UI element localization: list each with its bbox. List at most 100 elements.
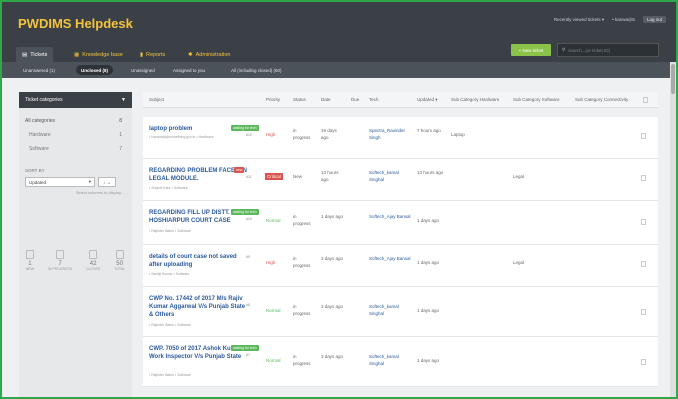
row-action-icon[interactable] (641, 309, 646, 315)
scrollbar-thumb[interactable] (671, 64, 675, 94)
date: 19 days ago (321, 128, 337, 140)
date: 13 hours ago (321, 170, 339, 182)
stat-label: IN PROGRESS (47, 267, 73, 271)
user-area: Recently viewed tickets ▾ • kanwarjits L… (554, 16, 666, 23)
check-icon (89, 250, 98, 259)
row-action-icon[interactable] (641, 133, 646, 139)
tech[interactable]: Softech_kamal Singhal (369, 303, 411, 317)
document-icon (25, 250, 34, 259)
user-link[interactable]: • kanwarjits (612, 17, 635, 22)
sort-direction-button[interactable]: ↓ → (98, 177, 116, 187)
ticket-id: #8 (246, 303, 250, 307)
ticket-meta: • Surjeet Kaur • Software (149, 186, 188, 190)
date: 3 days ago (321, 304, 344, 309)
status: in progress (293, 128, 311, 140)
category-count: 7 (119, 146, 122, 152)
category-hardware[interactable]: Hardware 1 (19, 128, 132, 142)
filter-all[interactable]: All (including closed) (60) (226, 65, 287, 75)
status-badge: waiting for tech (231, 125, 259, 131)
file-icon (115, 250, 124, 259)
scrollbar[interactable] (670, 62, 676, 397)
app-window: PWDIMS Helpdesk Recently viewed tickets … (2, 2, 676, 397)
category-all[interactable]: All categories 8 (19, 114, 132, 128)
updated: 7 hours ago (417, 128, 441, 133)
ticket-id: #11 (246, 175, 252, 179)
table-row[interactable]: CWP No. 17442 of 2017 M/s Rajiv Kumar Ag… (143, 287, 658, 337)
stat-in-progress[interactable]: 7 IN PROGRESS (48, 250, 72, 271)
ticket-id: #7 (246, 353, 250, 357)
updated: 1 days ago (417, 358, 440, 363)
row-action-icon[interactable] (641, 359, 646, 365)
sidebar: Ticket categories ▼ All categories 8 Har… (19, 92, 132, 397)
filter-unclosed[interactable]: Unclosed (8) (76, 65, 114, 75)
main-nav: ▤ Tickets ▦ Knowledge base ▮ Reports ✱ A… (2, 42, 676, 62)
tech[interactable]: Softech_Ajay Bansal (369, 213, 411, 220)
date: 3 days ago (321, 354, 344, 359)
col-date[interactable]: Date (321, 97, 331, 102)
stat-total[interactable]: 50 TOTAL (114, 250, 125, 271)
ticket-subject[interactable]: CWP No. 17442 of 2017 M/s Rajiv Kumar Ag… (149, 295, 249, 319)
stat-closed[interactable]: 42 CLOSED (86, 250, 100, 271)
col-subject[interactable]: Subject (149, 97, 164, 102)
ticket-meta: • Kanwarjit@something.gov.in • Hardware (149, 135, 214, 139)
ticket-stats: 1 NEW 7 IN PROGRESS 42 CLOSED 50 TOTAL (19, 250, 132, 271)
top-bar: PWDIMS Helpdesk Recently viewed tickets … (2, 2, 676, 42)
recent-tickets-menu[interactable]: Recently viewed tickets ▾ (554, 17, 604, 23)
app-title[interactable]: PWDIMS Helpdesk (18, 16, 133, 31)
col-due[interactable]: Due (351, 97, 359, 102)
category-software[interactable]: Software 7 (19, 142, 132, 156)
filter-icon[interactable]: ▼ (121, 97, 126, 103)
new-ticket-button[interactable]: + New ticket (511, 44, 551, 56)
row-action-icon[interactable] (641, 261, 646, 267)
priority: Critical (265, 173, 283, 180)
stat-new[interactable]: 1 NEW (26, 250, 34, 271)
sort-select[interactable]: Updated ▾ (25, 177, 95, 187)
tech[interactable]: Softech_kamal Singhal (369, 353, 411, 367)
status: in progress (293, 214, 311, 226)
sort-controls: Updated ▾ ↓ → (25, 177, 126, 187)
ticket-subject[interactable]: details of court case not saved after up… (149, 253, 249, 269)
row-action-icon[interactable] (641, 219, 646, 225)
updated: 1 days ago (417, 218, 440, 223)
category-label: All categories (25, 118, 56, 124)
search-placeholder: search...(or ticket ID) (568, 47, 611, 53)
tech[interactable]: Softech_kamal Singhal (369, 169, 411, 183)
filter-assigned-to-you[interactable]: Assigned to you (168, 65, 210, 75)
status-badge: waiting for tech (231, 345, 259, 351)
date: 3 days ago (321, 256, 344, 261)
tech[interactable]: Softech_Ajay Bansal (369, 255, 411, 262)
nav-administration[interactable]: ✱ Administration (182, 47, 236, 62)
col-priority[interactable]: Priority (266, 97, 280, 102)
select-columns-link[interactable]: Select columns to display... (19, 190, 124, 195)
table-row[interactable]: details of court case not saved after up… (143, 245, 658, 287)
nav-knowledge-label: Knowledge base (82, 51, 123, 58)
nav-reports[interactable]: ▮ Reports (134, 47, 171, 62)
filter-bar: Unanswered (1) Unclosed (8) Unassigned A… (2, 62, 676, 78)
nav-knowledge-base[interactable]: ▦ Knowledge base (68, 47, 129, 62)
row-action-icon[interactable] (641, 175, 646, 181)
col-status[interactable]: Status (293, 97, 306, 102)
columns-icon[interactable] (643, 97, 648, 103)
filter-unanswered[interactable]: Unanswered (1) (18, 65, 60, 75)
table-row[interactable]: REGARDING PROBLEM FACED IN LEGAL MODULE.… (143, 159, 658, 201)
table-row[interactable]: CWP. 7050 of 2017 Ashok Kumar Work Inspe… (143, 337, 658, 387)
logout-button[interactable]: Log out (642, 16, 666, 23)
col-tech[interactable]: Tech (369, 97, 379, 102)
table-row[interactable]: REGARDING FILL UP DISTT. HOSHIARPUR COUR… (143, 201, 658, 245)
tech[interactable]: Spectra_Ravinder Singh (369, 127, 411, 141)
col-sub-hardware[interactable]: Sub Category Hardware (451, 97, 499, 102)
col-sub-connectivity[interactable]: Sub Category Connectivity (575, 97, 628, 102)
ticket-meta: • Rajinder Bains • Software (149, 229, 191, 233)
search-input[interactable]: ⚲ search...(or ticket ID) (557, 43, 659, 57)
nav-tickets[interactable]: ▤ Tickets (16, 47, 54, 62)
sort-label: SORT BY (25, 168, 45, 173)
priority: Normal (266, 358, 281, 363)
col-updated[interactable]: Updated ▾ (417, 97, 438, 103)
category-label: Hardware (29, 132, 51, 138)
table-row[interactable]: laptop problem waiting for tech #12 • Ka… (143, 117, 658, 159)
sub-hardware: Laptop (451, 132, 465, 137)
categories-header: Ticket categories ▼ (19, 92, 132, 108)
filter-unassigned[interactable]: Unassigned (126, 65, 160, 75)
sub-software: Legal (513, 260, 525, 265)
col-sub-software[interactable]: Sub Category Software (513, 97, 560, 102)
